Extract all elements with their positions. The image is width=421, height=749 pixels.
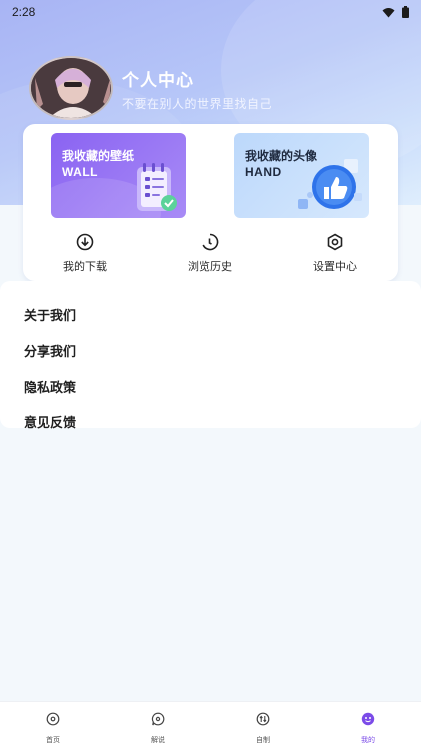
favorites-panel: 我收藏的壁纸 WALL 我收藏的头像 HAND 我的下载 浏览历史 设置中心 — [23, 124, 398, 281]
favorite-wallpapers-subtitle: WALL — [62, 165, 98, 179]
avatar[interactable] — [29, 56, 113, 120]
settings-icon — [327, 233, 343, 251]
menu-item-privacy[interactable]: 隐私政策 — [24, 377, 76, 396]
shortcut-downloads-label: 我的下载 — [63, 261, 107, 273]
download-icon — [76, 233, 94, 251]
shortcut-settings[interactable]: 设置中心 — [295, 233, 375, 275]
wifi-icon — [382, 7, 395, 17]
favorite-avatars-subtitle: HAND — [245, 165, 282, 179]
battery-icon — [402, 6, 409, 18]
home-icon — [46, 712, 60, 726]
menu-item-share[interactable]: 分享我们 — [24, 341, 76, 360]
favorite-avatars-card[interactable]: 我收藏的头像 HAND — [234, 133, 369, 218]
menu-item-about[interactable]: 关于我们 — [24, 305, 76, 324]
shortcut-downloads[interactable]: 我的下载 — [45, 233, 125, 275]
profile-icon — [361, 712, 375, 726]
nav-home-label: 首页 — [46, 737, 60, 744]
favorite-wallpapers-card[interactable]: 我收藏的壁纸 WALL — [51, 133, 186, 218]
nav-custom-label: 自制 — [256, 737, 270, 744]
commentary-icon — [151, 712, 165, 726]
custom-icon — [256, 712, 270, 726]
nav-commentary-label: 解说 — [151, 737, 165, 744]
status-bar: 2:28 — [0, 0, 421, 24]
nav-home[interactable]: 首页 — [23, 712, 83, 747]
nav-commentary[interactable]: 解说 — [128, 712, 188, 747]
shortcut-history-label: 浏览历史 — [188, 261, 232, 273]
status-time: 2:28 — [12, 5, 36, 19]
nav-custom[interactable]: 自制 — [233, 712, 293, 747]
nav-profile-label: 我的 — [361, 737, 375, 744]
history-icon — [202, 233, 219, 251]
menu-item-feedback[interactable]: 意见反馈 — [24, 412, 76, 431]
shortcut-history[interactable]: 浏览历史 — [170, 233, 250, 275]
shortcut-settings-label: 设置中心 — [313, 261, 357, 273]
notebook-icon — [137, 163, 177, 211]
profile-subtitle: 不要在别人的世界里找自己 — [122, 97, 273, 111]
profile-title: 个人中心 — [122, 71, 194, 90]
favorite-wallpapers-title: 我收藏的壁纸 — [62, 149, 135, 163]
settings-menu: 关于我们 分享我们 隐私政策 意见反馈 — [0, 281, 421, 431]
nav-profile[interactable]: 我的 — [338, 712, 398, 747]
bottom-navigation: 首页 解说 自制 我的 — [0, 701, 421, 749]
status-icons — [382, 6, 409, 18]
thumbs-up-icon — [298, 159, 362, 209]
